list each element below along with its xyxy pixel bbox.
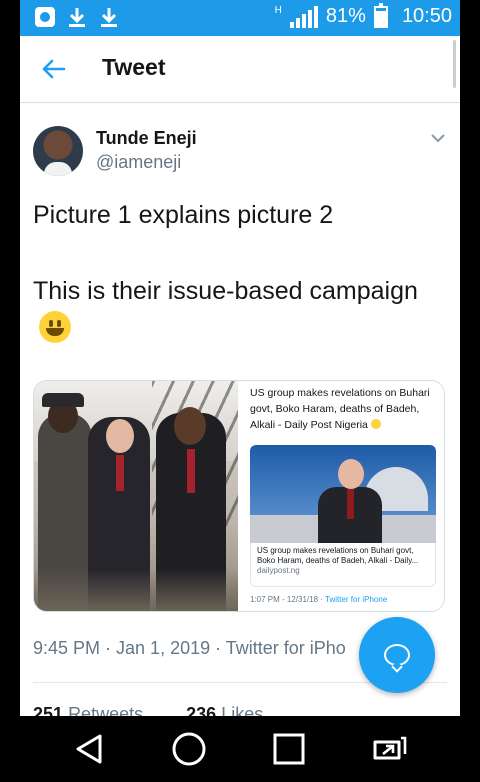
system-nav-bar <box>0 716 480 782</box>
app-bar: Tweet <box>20 36 460 103</box>
clock: 10:50 <box>401 5 452 27</box>
chevron-down-icon[interactable] <box>430 128 446 149</box>
app-notification-icon <box>34 6 56 28</box>
screen-mirror-icon[interactable] <box>368 728 410 770</box>
screenshot-card-caption: US group makes revelations on Buhari gov… <box>250 543 436 587</box>
avatar[interactable] <box>33 126 83 176</box>
reply-button[interactable] <box>359 617 435 693</box>
tweet-detail-screen: Tweet Tunde Eneji @iameneji Picture 1 ex… <box>20 36 460 716</box>
network-type-label: H <box>274 5 282 16</box>
signal-icon <box>289 5 318 28</box>
download-icon <box>66 6 88 28</box>
photo-2[interactable]: US group makes revelations on Buhari gov… <box>240 381 444 611</box>
battery-icon <box>373 2 388 28</box>
tweet-timestamp: 9:45 PM · Jan 1, 2019 · Twitter for iPho <box>33 638 346 658</box>
retweets-count[interactable]: 251 <box>33 704 63 716</box>
battery-percent: 81% <box>325 5 366 27</box>
tweet-media[interactable]: US group makes revelations on Buhari gov… <box>33 380 445 612</box>
tweet-text: Picture 1 explains picture 2 This is the… <box>33 196 443 348</box>
likes-count[interactable]: 236 <box>186 704 216 716</box>
smiling-face-emoji <box>39 311 71 343</box>
author-handle[interactable]: @iameneji <box>96 152 181 173</box>
tweet-text-line: Picture 1 explains picture 2 <box>33 201 334 229</box>
tweet-text-line: This is their issue-based campaign <box>33 272 443 348</box>
back-triangle-icon[interactable] <box>68 728 110 770</box>
tweet-stats: 251 Retweets 236 Likes <box>33 704 263 716</box>
back-arrow-icon[interactable] <box>38 54 68 84</box>
photo-1[interactable] <box>34 381 238 611</box>
status-bar: H 81% 10:50 <box>20 0 460 36</box>
screenshot-card-image <box>250 445 436 543</box>
likes-label[interactable]: Likes <box>221 704 263 716</box>
screenshot-meta: 1:07 PM - 12/31/18 · Twitter for iPhone <box>250 595 388 604</box>
download-icon <box>98 6 120 28</box>
retweets-label[interactable]: Retweets <box>68 704 143 716</box>
scrollbar[interactable] <box>453 40 456 88</box>
author-name[interactable]: Tunde Eneji <box>96 128 197 149</box>
screenshot-headline: US group makes revelations on Buhari gov… <box>250 387 430 431</box>
reply-bubble-icon <box>384 644 410 666</box>
home-circle-icon[interactable] <box>168 728 210 770</box>
page-title: Tweet <box>102 54 166 80</box>
recents-square-icon[interactable] <box>268 728 310 770</box>
